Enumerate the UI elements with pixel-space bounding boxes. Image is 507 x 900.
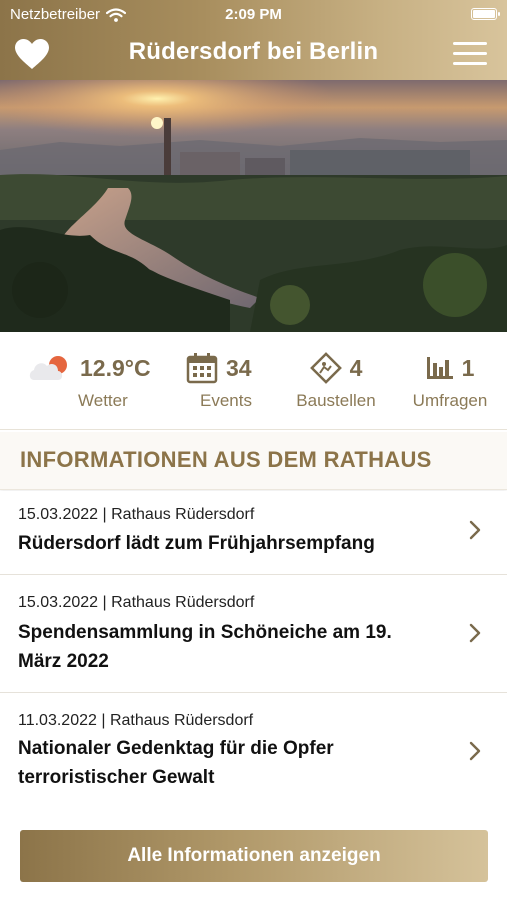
status-time: 2:09 PM xyxy=(225,6,282,23)
news-headline-line: Spendensammlung in Schöneiche am 19. xyxy=(18,622,392,643)
menu-button[interactable] xyxy=(453,40,489,68)
news-item[interactable]: 11.03.2022 | Rathaus Rüdersdorf National… xyxy=(0,693,507,807)
all-info-button[interactable]: Alle Informationen anzeigen xyxy=(20,830,488,882)
news-meta: 11.03.2022 | Rathaus Rüdersdorf xyxy=(18,712,254,729)
status-bar: Netzbetreiber 2:09 PM xyxy=(0,0,507,28)
news-headline: Spendensammlung in Schöneiche am 19. Mär… xyxy=(18,618,438,676)
hamburger-line xyxy=(453,42,487,45)
all-info-button-label: Alle Informationen anzeigen xyxy=(127,845,381,866)
news-meta: 15.03.2022 | Rathaus Rüdersdorf xyxy=(18,506,255,523)
news-item[interactable]: 15.03.2022 | Rathaus Rüdersdorf Rüdersdo… xyxy=(0,491,507,575)
title-bar: Rüdersdorf bei Berlin xyxy=(0,28,507,80)
surveys-value: 1 xyxy=(461,354,475,381)
events-value: 34 xyxy=(226,354,252,381)
chevron-right-icon xyxy=(469,741,481,761)
app-header: Netzbetreiber 2:09 PM Rüdersdorf bei Ber… xyxy=(0,0,507,80)
news-headline-line: terroristischer Gewalt xyxy=(18,767,215,788)
events-stat[interactable]: 34 Events xyxy=(186,350,266,420)
surveys-label: Umfragen xyxy=(412,391,488,410)
weather-stat[interactable]: 12.9°C Wetter xyxy=(28,350,158,420)
weather-label: Wetter xyxy=(78,391,128,410)
construction-label: Baustellen xyxy=(296,391,376,410)
heart-icon xyxy=(15,39,49,69)
news-meta: 15.03.2022 | Rathaus Rüdersdorf xyxy=(18,594,255,611)
chevron-right-icon xyxy=(469,520,481,540)
hero-landscape xyxy=(0,80,507,332)
construction-stat[interactable]: 4 Baustellen xyxy=(292,350,380,420)
news-item[interactable]: 15.03.2022 | Rathaus Rüdersdorf Spendens… xyxy=(0,575,507,693)
news-headline-line: Nationaler Gedenktag für die Opfer xyxy=(18,738,334,759)
events-label: Events xyxy=(200,391,252,410)
section-title: INFORMATIONEN AUS DEM RATHAUS xyxy=(20,447,432,472)
weather-cloud-sun-icon xyxy=(29,356,67,380)
news-headline-line: März 2022 xyxy=(18,651,109,672)
news-headline: Rüdersdorf lädt zum Frühjahrsempfang xyxy=(18,529,438,558)
construction-sign-icon xyxy=(309,352,342,384)
stats-bar: 12.9°C Wetter 34 Events 4 Baustellen 1 U… xyxy=(0,332,507,430)
surveys-stat[interactable]: 1 Umfragen xyxy=(408,350,492,420)
hamburger-line xyxy=(453,52,487,55)
weather-value: 12.9°C xyxy=(80,354,151,381)
calendar-icon xyxy=(186,353,218,384)
chevron-right-icon xyxy=(469,623,481,643)
bar-chart-icon xyxy=(426,357,453,379)
page-title: Rüdersdorf bei Berlin xyxy=(128,38,379,65)
section-header: INFORMATIONEN AUS DEM RATHAUS xyxy=(0,432,507,490)
hamburger-line xyxy=(453,62,487,65)
hero-image xyxy=(0,80,507,332)
favorites-button[interactable] xyxy=(12,34,52,74)
battery-icon xyxy=(471,8,500,20)
news-headline: Nationaler Gedenktag für die Opfer terro… xyxy=(18,734,438,792)
construction-value: 4 xyxy=(349,354,363,381)
news-headline-line: Rüdersdorf lädt zum Frühjahrsempfang xyxy=(18,533,375,554)
